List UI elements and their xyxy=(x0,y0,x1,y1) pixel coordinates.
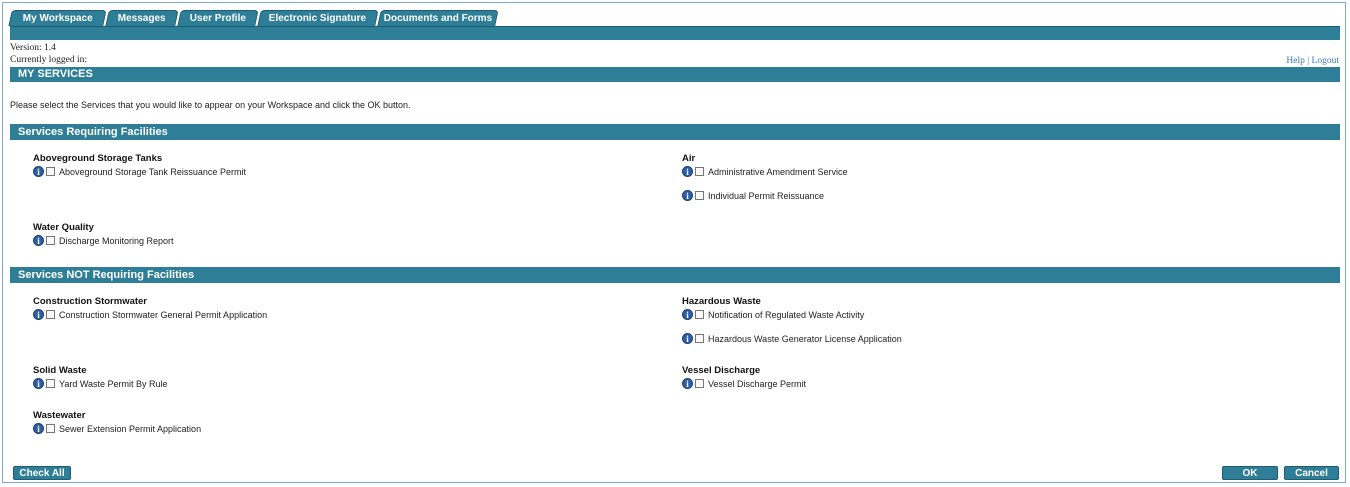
group-construction-stormwater: Construction Stormwater i Construction S… xyxy=(33,296,267,321)
logout-link[interactable]: Logout xyxy=(1312,56,1339,66)
cancel-button[interactable]: Cancel xyxy=(1284,466,1339,480)
service-checkbox[interactable] xyxy=(695,310,704,319)
service-option: i Discharge Monitoring Report xyxy=(33,234,174,247)
tab-label: Messages xyxy=(117,13,166,24)
service-option: i Yard Waste Permit By Rule xyxy=(33,377,168,390)
info-icon[interactable]: i xyxy=(33,423,44,434)
tab-label: My Workspace xyxy=(22,13,93,24)
link-separator: | xyxy=(1307,56,1310,66)
logged-in-text: Currently logged in: xyxy=(10,55,88,65)
group-air: Air i Administrative Amendment Service i… xyxy=(682,153,848,202)
service-checkbox[interactable] xyxy=(46,236,55,245)
tab-label: User Profile xyxy=(189,13,246,24)
info-icon[interactable]: i xyxy=(33,378,44,389)
info-icon[interactable]: i xyxy=(33,166,44,177)
tab-messages[interactable]: Messages xyxy=(105,10,179,26)
group-solid-waste: Solid Waste i Yard Waste Permit By Rule xyxy=(33,365,168,390)
service-checkbox[interactable] xyxy=(46,167,55,176)
service-option: i Sewer Extension Permit Application xyxy=(33,422,201,435)
service-label: Construction Stormwater General Permit A… xyxy=(59,309,268,320)
service-label: Individual Permit Reissuance xyxy=(708,190,825,201)
service-label: Administrative Amendment Service xyxy=(708,166,848,177)
service-option: i Vessel Discharge Permit xyxy=(682,377,806,390)
service-label: Vessel Discharge Permit xyxy=(708,378,807,389)
info-icon[interactable]: i xyxy=(682,333,693,344)
page-title: MY SERVICES xyxy=(10,67,1340,82)
info-icon[interactable]: i xyxy=(682,166,693,177)
check-all-button[interactable]: Check All xyxy=(13,466,71,480)
info-icon[interactable]: i xyxy=(33,235,44,246)
info-icon[interactable]: i xyxy=(33,309,44,320)
service-option: i Aboveground Storage Tank Reissuance Pe… xyxy=(33,165,246,178)
tab-electronic-signature[interactable]: Electronic Signature xyxy=(257,10,379,26)
group-title: Water Quality xyxy=(33,222,94,233)
tab-label: Electronic Signature xyxy=(269,13,367,24)
service-checkbox[interactable] xyxy=(695,167,704,176)
group-title: Wastewater xyxy=(33,410,86,421)
section-header-requiring: Services Requiring Facilities xyxy=(10,124,1340,140)
service-label: Discharge Monitoring Report xyxy=(59,235,174,246)
group-title: Construction Stormwater xyxy=(33,296,148,307)
tab-my-workspace[interactable]: My Workspace xyxy=(8,10,107,26)
info-icon[interactable]: i xyxy=(682,378,693,389)
service-label: Sewer Extension Permit Application xyxy=(59,423,202,434)
help-link[interactable]: Help xyxy=(1286,56,1304,66)
service-option: i Hazardous Waste Generator License Appl… xyxy=(682,332,902,345)
service-checkbox[interactable] xyxy=(46,310,55,319)
service-label: Hazardous Waste Generator License Applic… xyxy=(708,333,902,344)
service-checkbox[interactable] xyxy=(695,191,704,200)
group-aboveground-storage-tanks: Aboveground Storage Tanks i Aboveground … xyxy=(33,153,246,178)
group-water-quality: Water Quality i Discharge Monitoring Rep… xyxy=(33,222,174,247)
group-wastewater: Wastewater i Sewer Extension Permit Appl… xyxy=(33,410,201,435)
service-checkbox[interactable] xyxy=(695,379,704,388)
section-header-not-requiring: Services NOT Requiring Facilities xyxy=(10,267,1340,283)
info-icon[interactable]: i xyxy=(682,190,693,201)
group-vessel-discharge: Vessel Discharge i Vessel Discharge Perm… xyxy=(682,365,806,390)
header-links: Help | Logout xyxy=(1286,56,1339,66)
group-title: Aboveground Storage Tanks xyxy=(33,153,163,164)
tab-label: Documents and Forms xyxy=(383,13,492,24)
group-title: Solid Waste xyxy=(33,365,87,376)
info-icon[interactable]: i xyxy=(682,309,693,320)
service-label: Notification of Regulated Waste Activity xyxy=(708,309,865,320)
tab-documents-and-forms[interactable]: Documents and Forms xyxy=(377,10,499,26)
service-checkbox[interactable] xyxy=(46,379,55,388)
service-option: i Construction Stormwater General Permit… xyxy=(33,308,267,321)
instruction-text: Please select the Services that you woul… xyxy=(10,100,411,110)
service-label: Yard Waste Permit By Rule xyxy=(59,378,168,389)
group-hazardous-waste: Hazardous Waste i Notification of Regula… xyxy=(682,296,902,345)
service-label: Aboveground Storage Tank Reissuance Perm… xyxy=(59,166,246,177)
tab-strip-bar xyxy=(10,26,1340,40)
service-option: i Individual Permit Reissuance xyxy=(682,189,848,202)
tab-user-profile[interactable]: User Profile xyxy=(177,10,259,26)
group-title: Vessel Discharge xyxy=(682,365,761,376)
service-checkbox[interactable] xyxy=(695,334,704,343)
group-title: Hazardous Waste xyxy=(682,296,761,307)
ok-button[interactable]: OK xyxy=(1222,466,1278,480)
service-checkbox[interactable] xyxy=(46,424,55,433)
service-option: i Administrative Amendment Service xyxy=(682,165,848,178)
version-text: Version: 1.4 xyxy=(10,43,56,53)
service-option: i Notification of Regulated Waste Activi… xyxy=(682,308,902,321)
group-title: Air xyxy=(682,153,696,164)
